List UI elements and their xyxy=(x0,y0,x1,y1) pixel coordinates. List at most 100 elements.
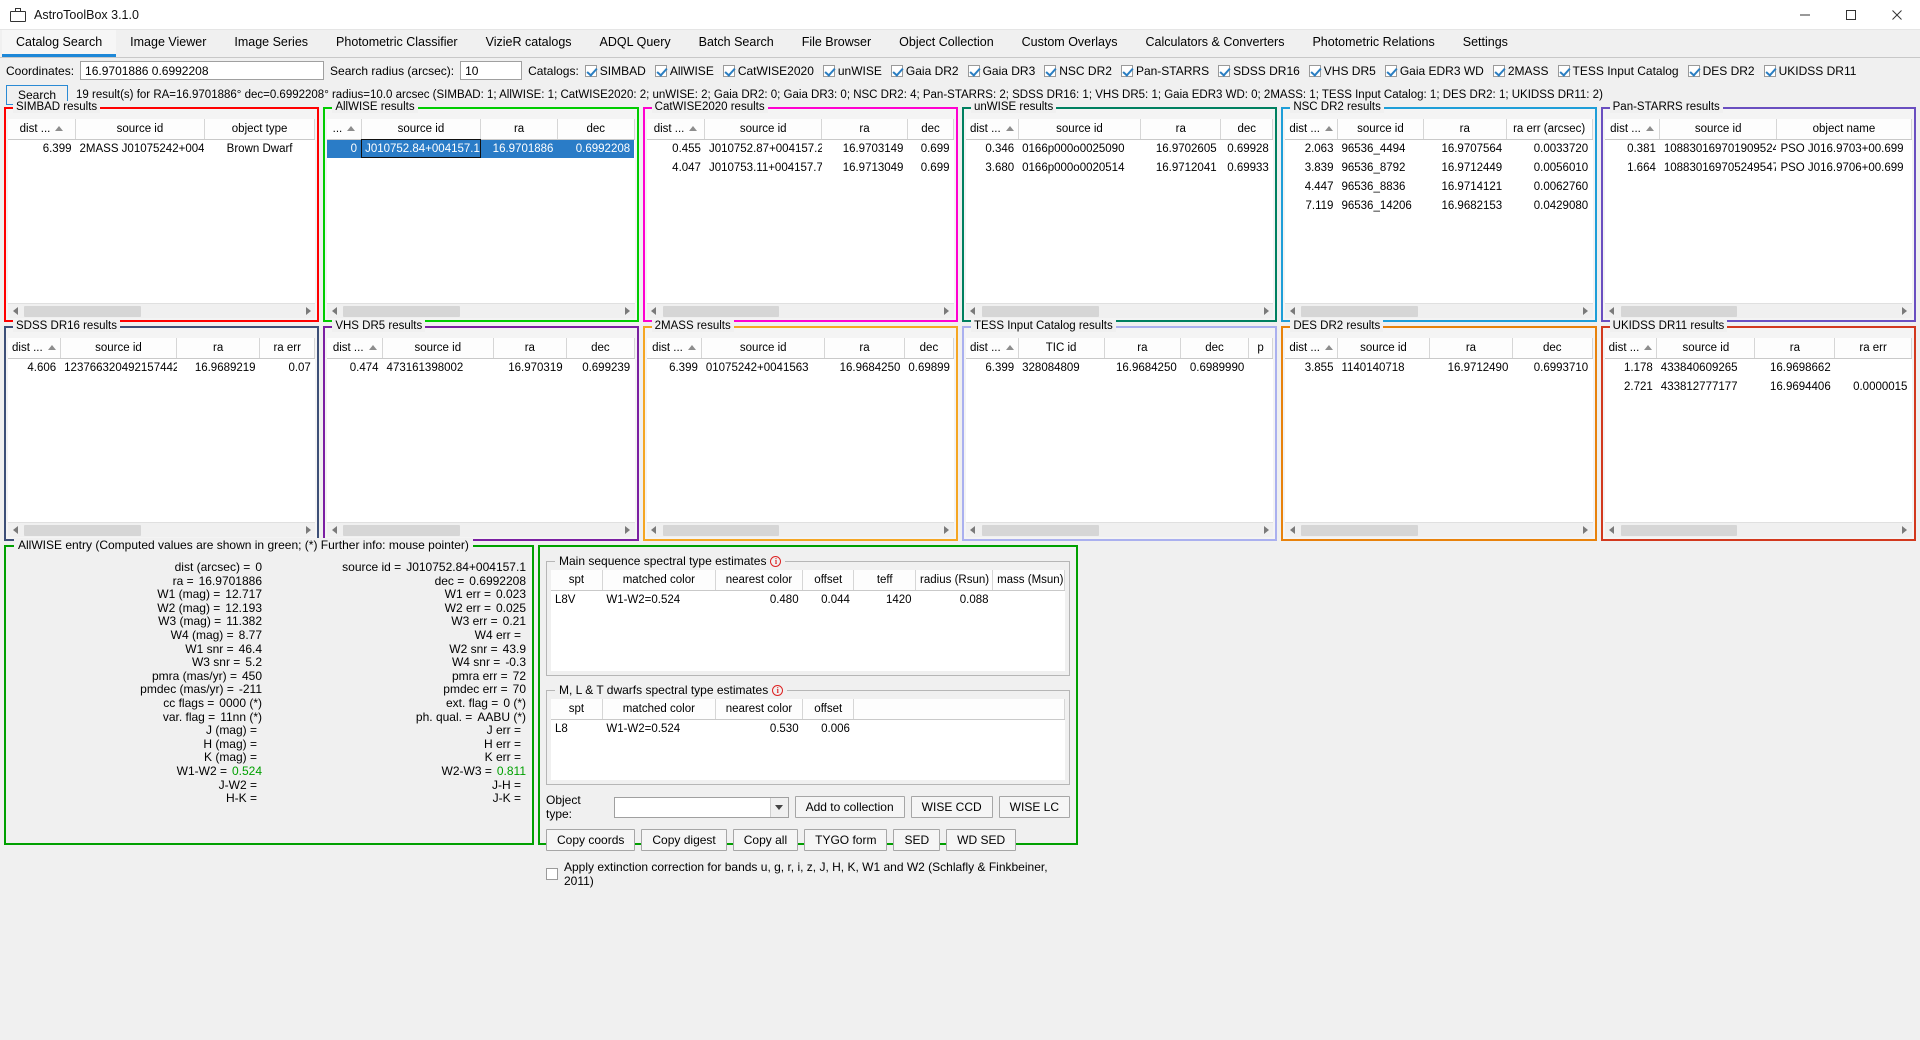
column-header[interactable]: teff xyxy=(853,570,917,591)
maximize-icon[interactable] xyxy=(1828,0,1874,30)
column-header[interactable]: nearest color xyxy=(715,699,804,720)
catalog-checkbox-2mass[interactable]: 2MASS xyxy=(1492,64,1549,78)
scrollbar-thumb[interactable] xyxy=(1620,524,1738,536)
table-row[interactable]: 2.063 96536_4494 16.9707564 0.0033720 xyxy=(1285,139,1592,158)
scroll-right-icon[interactable] xyxy=(940,523,954,538)
tab-photometric-classifier[interactable]: Photometric Classifier xyxy=(322,30,472,57)
column-header[interactable]: dist ... xyxy=(1285,338,1338,359)
tab-vizier-catalogs[interactable]: VizieR catalogs xyxy=(472,30,586,57)
results-table-container[interactable]: dist ... source id ra dec 0.346 0166p000o0025… xyxy=(965,119,1274,319)
table-row[interactable]: 2.721 433812777177 16.9694406 0.0000015 xyxy=(1605,377,1912,396)
table-row[interactable]: 4.606 1237663204921574420 16.9689219 0.07 xyxy=(8,358,315,377)
scrollbar-thumb[interactable] xyxy=(981,524,1099,536)
catalog-checkbox-unwise[interactable]: unWISE xyxy=(822,64,882,78)
column-header[interactable]: source id xyxy=(1659,119,1777,140)
tab-photometric-relations[interactable]: Photometric Relations xyxy=(1298,30,1448,57)
column-header[interactable]: source id xyxy=(1337,338,1431,359)
catalog-checkbox-vhs-dr5[interactable]: VHS DR5 xyxy=(1308,64,1376,78)
scroll-right-icon[interactable] xyxy=(621,523,635,538)
table-row[interactable]: 3.855 1140140718 16.9712490 0.6993710 xyxy=(1285,358,1592,377)
column-header[interactable]: matched color xyxy=(602,570,716,591)
scroll-right-icon[interactable] xyxy=(940,304,954,319)
column-header[interactable]: dist ... xyxy=(965,338,1019,359)
table-row[interactable]: L8 W1-W2=0.524 0.530 0.006 xyxy=(551,719,1065,738)
column-header[interactable]: ra xyxy=(1140,119,1222,140)
scrollbar-thumb[interactable] xyxy=(981,305,1099,317)
button-sed[interactable]: SED xyxy=(893,829,941,851)
scroll-left-icon[interactable] xyxy=(966,304,980,319)
column-header[interactable]: source id xyxy=(361,119,482,140)
catalog-checkbox-simbad[interactable]: SIMBAD xyxy=(584,64,646,78)
results-table-container[interactable]: dist ... source id ra dec 6.399 01075242+0041… xyxy=(646,338,954,538)
tab-object-collection[interactable]: Object Collection xyxy=(885,30,1008,57)
catalog-checkbox-ukidss-dr11[interactable]: UKIDSS DR11 xyxy=(1763,64,1856,78)
checkbox-icon[interactable] xyxy=(822,64,835,77)
results-table-container[interactable]: dist ... source id object name 0.381 1088301… xyxy=(1604,119,1912,319)
scroll-left-icon[interactable] xyxy=(8,523,22,538)
column-header[interactable]: ra xyxy=(1423,119,1507,140)
scrollbar-thumb[interactable] xyxy=(1301,524,1419,536)
column-header[interactable]: offset xyxy=(802,699,855,720)
checkbox-icon[interactable] xyxy=(1492,64,1505,77)
table-row[interactable]: 6.399 2MASS J01075242+0041563 Brown Dwarf xyxy=(8,139,315,158)
column-header[interactable]: ra xyxy=(821,119,908,140)
table-row[interactable]: 4.447 96536_8836 16.9714121 0.0062760 xyxy=(1285,177,1592,196)
results-table-container[interactable]: dist ... source id ra dec 3.855 1140140718 16.… xyxy=(1285,338,1593,537)
column-header[interactable]: dist ... xyxy=(8,338,61,359)
table-row[interactable]: 0 J010752.84+004157.1 16.9701886 0.6992208 xyxy=(327,139,635,158)
column-header[interactable]: matched color xyxy=(602,699,716,720)
tab-image-viewer[interactable]: Image Viewer xyxy=(116,30,220,57)
column-header[interactable]: source id xyxy=(1018,119,1142,140)
scroll-left-icon[interactable] xyxy=(327,304,341,319)
scroll-right-icon[interactable] xyxy=(301,304,315,319)
button-wise-lc[interactable]: WISE LC xyxy=(998,796,1070,818)
scroll-left-icon[interactable] xyxy=(647,304,661,319)
column-header[interactable]: dec xyxy=(1220,119,1274,140)
horizontal-scrollbar[interactable] xyxy=(646,522,954,538)
horizontal-scrollbar[interactable] xyxy=(8,303,316,319)
checkbox-icon[interactable] xyxy=(1763,64,1776,77)
search-radius-input[interactable]: 10 xyxy=(460,61,523,80)
column-header[interactable]: dist ... xyxy=(965,119,1019,140)
column-header[interactable]: ra err xyxy=(1834,338,1912,359)
tab-custom-overlays[interactable]: Custom Overlays xyxy=(1008,30,1132,57)
column-header[interactable]: spt xyxy=(551,699,603,720)
horizontal-scrollbar[interactable] xyxy=(8,522,316,538)
column-header[interactable]: ra err xyxy=(259,338,316,359)
horizontal-scrollbar[interactable] xyxy=(965,303,1274,319)
column-header[interactable]: ra xyxy=(480,119,558,140)
checkbox-icon[interactable] xyxy=(967,64,980,77)
column-header[interactable]: source id xyxy=(701,338,826,359)
table-row[interactable]: 6.399 328084809 16.9684250 0.6989990 xyxy=(966,358,1273,377)
scroll-left-icon[interactable] xyxy=(327,523,341,538)
column-header[interactable]: object type xyxy=(204,119,316,140)
button-wise-ccd[interactable]: WISE CCD xyxy=(910,796,993,818)
results-table-container[interactable]: ... source id ra dec 0 J010752.84+004157.1 16.… xyxy=(327,119,635,319)
mlt-dwarfs-table[interactable]: spt matched color nearest color offset L8 W1-… xyxy=(551,699,1065,780)
horizontal-scrollbar[interactable] xyxy=(1285,303,1593,318)
checkbox-icon[interactable] xyxy=(890,64,903,77)
button-copy-coords[interactable]: Copy coords xyxy=(546,829,636,851)
main-sequence-table[interactable]: spt matched color nearest color offset teff r… xyxy=(551,570,1065,671)
column-header[interactable]: offset xyxy=(802,570,855,591)
scrollbar-thumb[interactable] xyxy=(1301,305,1419,317)
coordinates-input[interactable]: 16.9701886 0.6992208 xyxy=(80,61,325,80)
results-table-container[interactable]: dist ... source id ra ra err 1.178 4338406092… xyxy=(1604,338,1912,537)
scrollbar-thumb[interactable] xyxy=(24,305,141,317)
horizontal-scrollbar[interactable] xyxy=(965,522,1274,537)
column-header[interactable]: dec xyxy=(904,338,954,359)
scroll-right-icon[interactable] xyxy=(1898,304,1912,319)
column-header[interactable]: dist ... xyxy=(646,338,703,359)
column-header[interactable]: ra xyxy=(824,338,905,359)
results-table-container[interactable]: dist ... source id ra dec 0.455 J010752.87+00… xyxy=(646,119,954,319)
table-row[interactable]: L8V W1-W2=0.524 0.480 0.044 1420 0.088 xyxy=(551,590,1065,609)
close-icon[interactable] xyxy=(1874,0,1920,30)
table-row[interactable]: 1.664 108830169705249547 PSO J016.9706+00.… xyxy=(1605,158,1912,177)
scroll-left-icon[interactable] xyxy=(1605,304,1619,319)
results-table-container[interactable]: dist ... source id object type 6.399 2MASS J… xyxy=(8,119,316,319)
tab-file-browser[interactable]: File Browser xyxy=(788,30,885,57)
scrollbar-thumb[interactable] xyxy=(1620,305,1738,317)
horizontal-scrollbar[interactable] xyxy=(327,303,635,319)
catalog-checkbox-des-dr2[interactable]: DES DR2 xyxy=(1687,64,1755,78)
results-table-container[interactable]: dist ... TIC id ra dec p 6.399 328084809 16.968… xyxy=(965,338,1274,537)
